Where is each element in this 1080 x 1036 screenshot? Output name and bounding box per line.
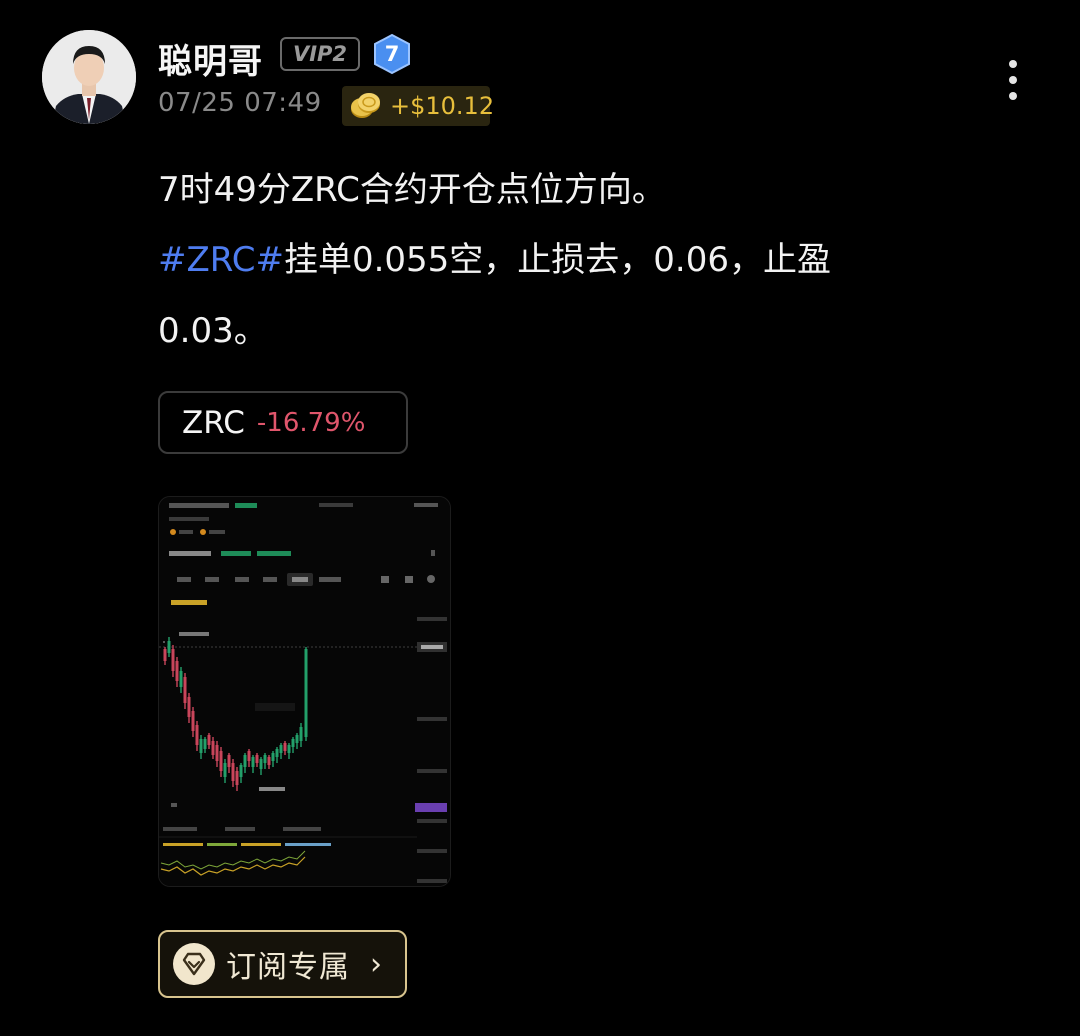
more-dot-icon: [1009, 60, 1017, 68]
ticker-symbol: ZRC: [182, 404, 245, 441]
more-dot-icon: [1009, 92, 1017, 100]
post-text-line: 7时49分ZRC合约开仓点位方向。: [158, 170, 666, 210]
hashtag-link[interactable]: #ZRC#: [158, 240, 284, 280]
more-dot-icon: [1009, 76, 1017, 84]
diamond-icon: [172, 942, 216, 986]
subscribe-label: 订阅专属: [226, 950, 350, 985]
post-text-segment: 挂单0.055空，止损去，0.06，止盈: [283, 240, 831, 280]
subscribe-exclusive-button[interactable]: 订阅专属 ›: [158, 930, 407, 998]
person-avatar-icon: [42, 30, 136, 124]
author-avatar[interactable]: [42, 30, 136, 124]
vip-badge: VIP2: [280, 37, 360, 71]
level-number: 7: [384, 42, 400, 66]
coins-icon: [348, 91, 382, 121]
ticker-chip[interactable]: ZRC -16.79%: [158, 391, 408, 454]
chevron-right-icon: ›: [370, 946, 382, 982]
ticker-change: -16.79%: [256, 407, 366, 438]
more-options-button[interactable]: [1005, 60, 1021, 102]
author-name[interactable]: 聪明哥: [158, 34, 263, 83]
post-text-line: #ZRC#挂单0.055空，止损去，0.06，止盈: [158, 232, 831, 281]
post-text-line: 0.03。: [158, 311, 268, 351]
chart-screenshot-thumbnail[interactable]: [158, 496, 451, 887]
reward-badge[interactable]: +$10.12: [342, 86, 494, 126]
post-timestamp: 07/25 07:49: [158, 88, 322, 118]
chart-screenshot-image: [159, 497, 450, 886]
reward-amount: +$10.12: [390, 92, 495, 120]
level-badge: 7: [372, 33, 412, 75]
